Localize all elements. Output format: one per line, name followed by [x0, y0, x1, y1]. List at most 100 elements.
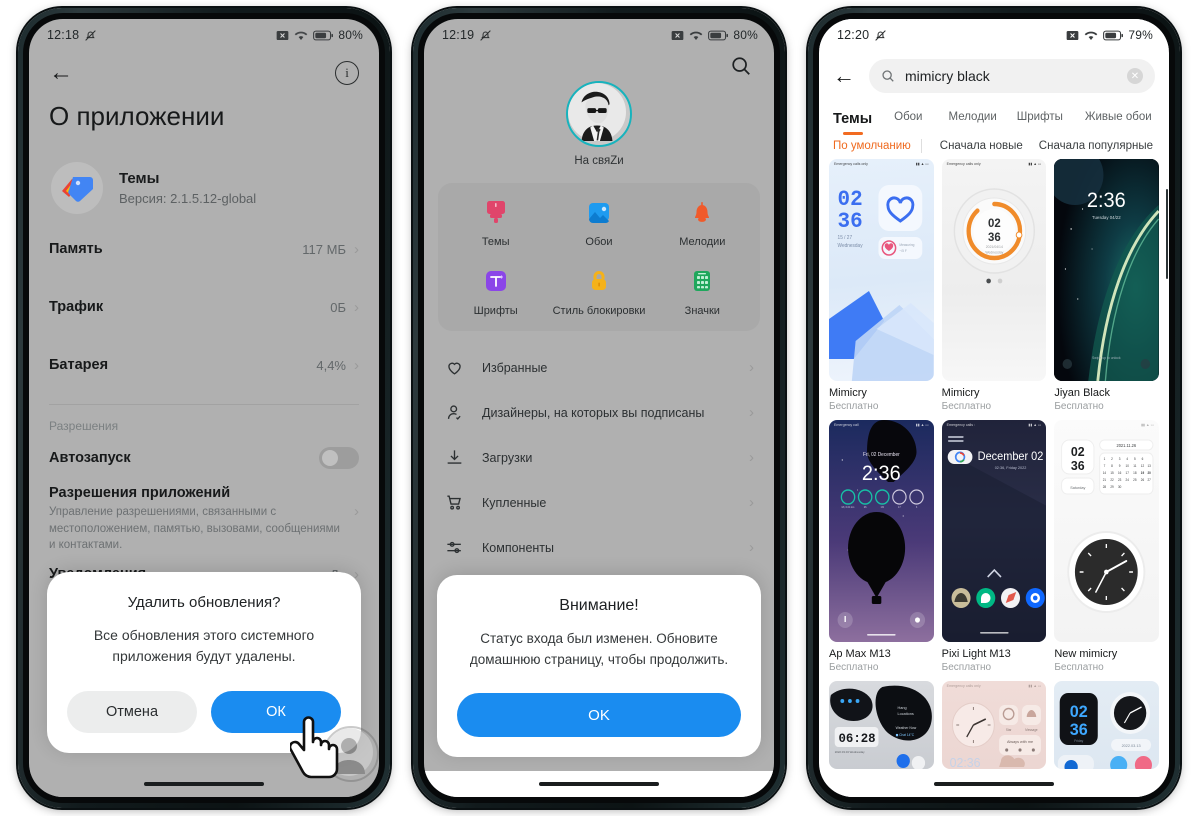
svg-text:1: 1 [1104, 457, 1106, 461]
shortcut-label: Стиль блокировки [552, 305, 646, 317]
svg-text:29: 29 [1111, 485, 1115, 489]
menu-item-favorites[interactable]: Избранные › [424, 345, 774, 390]
svg-text:02: 02 [1071, 445, 1085, 459]
menu-item-purchased[interactable]: Купленные › [424, 480, 774, 525]
status-left: 12:19 [442, 28, 492, 42]
svg-text:24: 24 [1126, 478, 1130, 482]
menu-item-components[interactable]: Компоненты › [424, 525, 774, 570]
fonts-icon [481, 266, 511, 296]
shortcut-ringtones[interactable]: Мелодии [651, 197, 754, 248]
svg-text:3: 3 [1119, 457, 1121, 461]
shortcut-fonts[interactable]: Шрифты [444, 266, 547, 317]
app-text: Темы Версия: 2.1.5.12-global [119, 170, 256, 206]
theme-card[interactable]: ▮▮ ▲ ▭ 02 36 Saturday 2021.11.26 1 2 3 4… [1054, 420, 1159, 673]
shortcut-app-icons[interactable]: Значки [651, 266, 754, 317]
theme-card[interactable]: Emergency calls : ▮▮ ▲ ▭ December 02 02:3… [941, 420, 1047, 673]
cast-off-icon [671, 30, 684, 41]
theme-card[interactable]: Emergency calls only ▮▮ ▲ ▭ 02 36 2021/04… [941, 159, 1047, 412]
heart-icon [444, 358, 464, 378]
row-value: 4,4% › [316, 358, 359, 373]
status-left: 12:20 [837, 28, 887, 42]
theme-card[interactable]: Emergency calls only ▮▮ ▲ ▭ Star Message… [941, 681, 1047, 769]
search-input[interactable]: mimicry black ✕ [869, 59, 1155, 93]
autostart-toggle[interactable] [319, 447, 359, 469]
info-circle-icon[interactable]: i [335, 61, 359, 85]
sort-default[interactable]: По умолчанию [833, 140, 911, 152]
theme-preview: Hang Locations Weather Now ◼ Chat 14°C 06:… [829, 681, 934, 769]
page-title: О приложении [49, 101, 225, 131]
svg-text:7: 7 [1104, 464, 1106, 468]
user-avatar-icon[interactable] [566, 81, 632, 147]
chevron-right-icon: › [749, 494, 754, 511]
svg-text:2:36: 2:36 [862, 462, 901, 486]
profile-nickname: На свяZи [574, 155, 624, 167]
ok-button[interactable]: OK [457, 693, 741, 737]
list-item-memory[interactable]: Память 117 МБ › [29, 220, 379, 278]
phone-3-screen: 12:20 79% ← mimicry black ✕ Темы Обои Ме… [819, 19, 1169, 797]
navigation-bar [424, 771, 774, 797]
tab-fonts[interactable]: Шрифты [1007, 107, 1073, 123]
svg-text:Weather Now: Weather Now [896, 726, 917, 730]
profile-header[interactable]: На свяZи [424, 81, 774, 167]
status-right: 80% [671, 28, 758, 42]
svg-text:02: 02 [838, 188, 863, 213]
svg-text:26: 26 [1141, 478, 1145, 482]
shortcuts-grid: Темы Обои Мелодии Шрифты Стиль блокировк… [444, 197, 754, 317]
search-icon [882, 70, 894, 82]
attention-dialog: Внимание! Статус входа был изменен. Обно… [437, 575, 761, 757]
search-bar: ← mimicry black ✕ [819, 49, 1169, 101]
svg-text:36: 36 [1071, 459, 1085, 473]
battery-percent: 80% [733, 28, 758, 42]
back-arrow-icon[interactable]: ← [49, 61, 73, 85]
svg-text:36: 36 [988, 231, 1001, 244]
svg-text:17: 17 [1126, 471, 1130, 475]
sort-newest[interactable]: Сначала новые [940, 140, 1023, 152]
svg-text:13: 13 [1148, 464, 1152, 468]
search-query: mimicry black [905, 68, 990, 84]
theme-card[interactable]: Hang Locations Weather Now ◼ Chat 14°C 06:… [829, 681, 934, 769]
list-item-app-permissions[interactable]: Разрешения приложений Управление разреше… [29, 479, 379, 554]
back-arrow-icon[interactable]: ← [833, 65, 855, 87]
shortcut-label: Темы [481, 236, 510, 248]
shortcut-label: Мелодии [679, 236, 726, 248]
shortcut-lock-style[interactable]: Стиль блокировки [547, 266, 650, 317]
battery-percent: 80% [338, 28, 363, 42]
svg-text:Friday: Friday [1075, 739, 1084, 743]
status-bar: 12:20 79% [819, 19, 1169, 49]
shortcut-wallpaper[interactable]: Обои [547, 197, 650, 248]
list-item-autostart[interactable]: Автозапуск [29, 439, 379, 479]
clear-icon[interactable]: ✕ [1127, 68, 1143, 84]
menu-item-downloads[interactable]: Загрузки › [424, 435, 774, 480]
chevron-right-icon: › [749, 539, 754, 556]
search-button[interactable] [424, 49, 774, 77]
theme-card[interactable]: 02 36 Friday 2022.03.13 [1054, 681, 1159, 769]
tab-live-wallpapers[interactable]: Живые обои [1073, 107, 1162, 123]
cancel-button[interactable]: Отмена [67, 691, 197, 733]
theme-card[interactable]: Emergency calls only ▮▮ ▲ ▭ 02 36 15 / 27 … [829, 159, 934, 412]
tab-wallpapers[interactable]: Обои [894, 107, 932, 123]
list-item-battery[interactable]: Батарея 4,4% › [29, 336, 379, 394]
list-item-traffic[interactable]: Трафик 0Б › [29, 278, 379, 336]
tab-ringtones[interactable]: Мелодии [932, 107, 1006, 123]
status-right: 80% [276, 28, 363, 42]
row-value-text: 117 МБ [302, 241, 346, 257]
sort-bar: По умолчанию Сначала новые Сначала попул… [819, 135, 1169, 159]
tab-themes[interactable]: Темы [833, 107, 894, 135]
theme-name: New mimicry [1054, 648, 1118, 660]
bell-muted-icon [874, 29, 887, 42]
themes-app-icon [51, 162, 103, 214]
scrollbar-thumb[interactable] [1166, 189, 1168, 279]
sort-popular[interactable]: Сначала популярные [1039, 140, 1153, 152]
theme-price: Бесплатно [1054, 401, 1104, 412]
menu-item-designers[interactable]: Дизайнеры, на которых вы подписаны › [424, 390, 774, 435]
theme-card[interactable]: Emergency call ▮▮ ▲ ▭ Fri, 02 December 2:… [829, 420, 934, 673]
svg-text:25: 25 [1134, 478, 1138, 482]
theme-price: Бесплатно [829, 662, 879, 673]
status-left: 12:18 [47, 28, 97, 42]
row-value-text: 4,4% [316, 357, 346, 373]
phone-2: 12:19 80% На свяZи Темы Обои Мелодии Шри… [411, 6, 787, 810]
shortcut-themes[interactable]: Темы [444, 197, 547, 248]
theme-card[interactable]: Emergency calls only▮▮ ▲ ▭ [1054, 159, 1159, 412]
row-value: 0Б › [330, 300, 359, 315]
menu-item-label: Купленные [482, 495, 547, 510]
